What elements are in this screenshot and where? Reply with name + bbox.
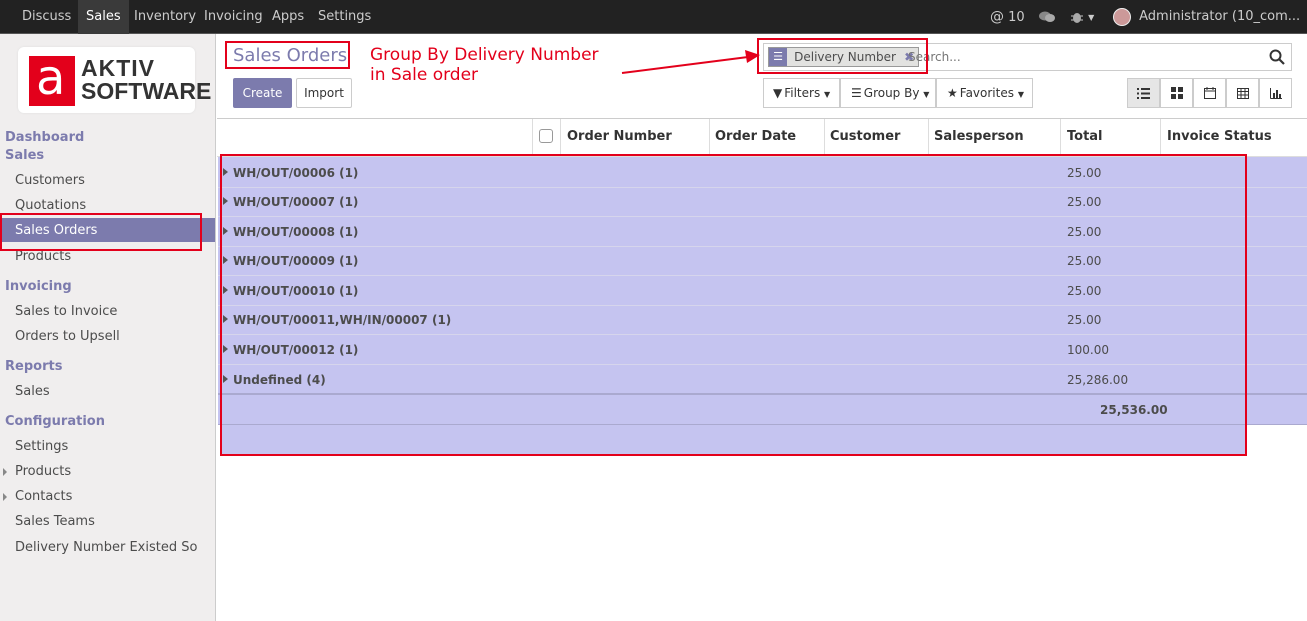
favorites-label: Favorites [959, 86, 1014, 100]
caret-down-icon: ▼ [1017, 90, 1024, 99]
sidebar-reports-head: Reports [5, 359, 63, 374]
sidebar-item-products[interactable]: Products [15, 249, 71, 264]
sidebar-item-settings[interactable]: Settings [15, 439, 68, 454]
bar-chart-icon [1270, 88, 1282, 99]
chevron-down-icon: ▼ [1088, 13, 1095, 22]
header-customer[interactable]: Customer [830, 129, 900, 144]
groupby-label: Group By [863, 86, 920, 100]
create-button[interactable]: Create [233, 78, 292, 108]
sidebar-invoicing-head: Invoicing [5, 279, 72, 294]
calendar-icon [1204, 87, 1216, 99]
sidebar-item-quotations[interactable]: Quotations [15, 198, 86, 213]
header-order-date[interactable]: Order Date [715, 129, 796, 144]
list-icon [1137, 88, 1150, 99]
mentions-button[interactable]: @ 10 [990, 0, 1025, 34]
annotation-arrow [621, 50, 760, 74]
search-icon[interactable] [1269, 49, 1285, 65]
list-view-button[interactable] [1127, 78, 1160, 108]
calendar-view-button[interactable] [1193, 78, 1226, 108]
company-logo: a AKTIV SOFTWARE [18, 47, 211, 113]
column-divider [928, 119, 929, 157]
menu-sales[interactable]: Sales [78, 0, 129, 34]
sidebar-item-reports-sales[interactable]: Sales [15, 384, 50, 399]
mentions-count: 10 [1008, 10, 1025, 25]
avatar [1113, 7, 1131, 26]
annotation-text: Group By Delivery Number in Sale order [370, 45, 599, 85]
caret-down-icon: ▼ [824, 90, 831, 99]
menu-settings[interactable]: Settings [310, 0, 379, 34]
debug-menu[interactable]: ▼ [1070, 0, 1094, 34]
sidebar-configuration-head: Configuration [5, 414, 105, 429]
menu-inventory[interactable]: Inventory [126, 0, 204, 34]
expand-caret-icon[interactable] [3, 493, 7, 501]
pivot-view-button[interactable] [1226, 78, 1259, 108]
kanban-icon [1171, 87, 1183, 99]
select-all-checkbox[interactable] [539, 129, 553, 143]
sidebar-sales-head: Sales [5, 148, 45, 163]
sidebar-item-delivery-number-existed[interactable]: Delivery Number Existed So [15, 540, 197, 555]
column-divider [1160, 119, 1161, 157]
kanban-view-button[interactable] [1160, 78, 1193, 108]
annotation-box-sidebar [0, 213, 202, 251]
bars-icon: ☰ [851, 86, 862, 100]
header-total[interactable]: Total [1067, 129, 1103, 144]
favorites-button[interactable]: ★ Favorites ▼ [936, 78, 1033, 108]
column-divider [532, 119, 533, 157]
filters-button[interactable]: ▼ Filters ▼ [763, 78, 840, 108]
search-input[interactable] [908, 47, 1258, 67]
column-divider [1060, 119, 1061, 157]
table-icon [1237, 88, 1249, 99]
star-icon: ★ [947, 86, 958, 100]
sidebar: a AKTIV SOFTWARE Dashboard Sales Custome… [0, 34, 216, 621]
annotation-box-title [225, 41, 350, 69]
column-divider [560, 119, 561, 157]
menu-discuss[interactable]: Discuss [14, 0, 79, 34]
header-salesperson[interactable]: Salesperson [934, 129, 1024, 144]
sidebar-item-config-products[interactable]: Products [15, 464, 71, 479]
graph-view-button[interactable] [1259, 78, 1292, 108]
filters-label: Filters [784, 86, 821, 100]
column-divider [824, 119, 825, 157]
caret-down-icon: ▼ [923, 90, 930, 99]
annotation-line-1: Group By Delivery Number [370, 45, 599, 65]
sidebar-item-customers[interactable]: Customers [15, 173, 85, 188]
annotation-line-2: in Sale order [370, 65, 479, 85]
column-divider [709, 119, 710, 157]
user-name: Administrator (10_com... [1139, 9, 1301, 24]
create-button-label: Create [242, 86, 283, 100]
groupby-button[interactable]: ☰ Group By ▼ [840, 78, 936, 108]
logo-letter: a [36, 50, 66, 106]
import-button[interactable]: Import [296, 78, 352, 108]
menu-invoicing[interactable]: Invoicing [196, 0, 271, 34]
header-invoice-status[interactable]: Invoice Status [1167, 129, 1272, 144]
chat-icon [1039, 11, 1055, 22]
sidebar-item-orders-to-upsell[interactable]: Orders to Upsell [15, 329, 120, 344]
top-navbar: Discuss Sales Inventory Invoicing Apps S… [0, 0, 1307, 34]
bug-icon [1071, 12, 1083, 23]
sidebar-item-contacts[interactable]: Contacts [15, 489, 72, 504]
sidebar-item-sales-teams[interactable]: Sales Teams [15, 514, 95, 529]
header-order-number[interactable]: Order Number [567, 129, 672, 144]
annotation-box-table [220, 154, 1247, 456]
expand-caret-icon[interactable] [3, 468, 7, 476]
sidebar-dashboard[interactable]: Dashboard [5, 130, 84, 145]
filter-icon: ▼ [773, 86, 783, 100]
chat-button[interactable] [1038, 0, 1056, 34]
sidebar-item-sales-to-invoice[interactable]: Sales to Invoice [15, 304, 117, 319]
logo-text-bottom: SOFTWARE [81, 78, 212, 104]
at-icon: @ [990, 9, 1004, 25]
menu-apps[interactable]: Apps [264, 0, 312, 34]
annotation-box-facet [757, 38, 928, 74]
user-menu[interactable]: Administrator (10_com... [1113, 0, 1300, 34]
import-button-label: Import [304, 86, 344, 100]
